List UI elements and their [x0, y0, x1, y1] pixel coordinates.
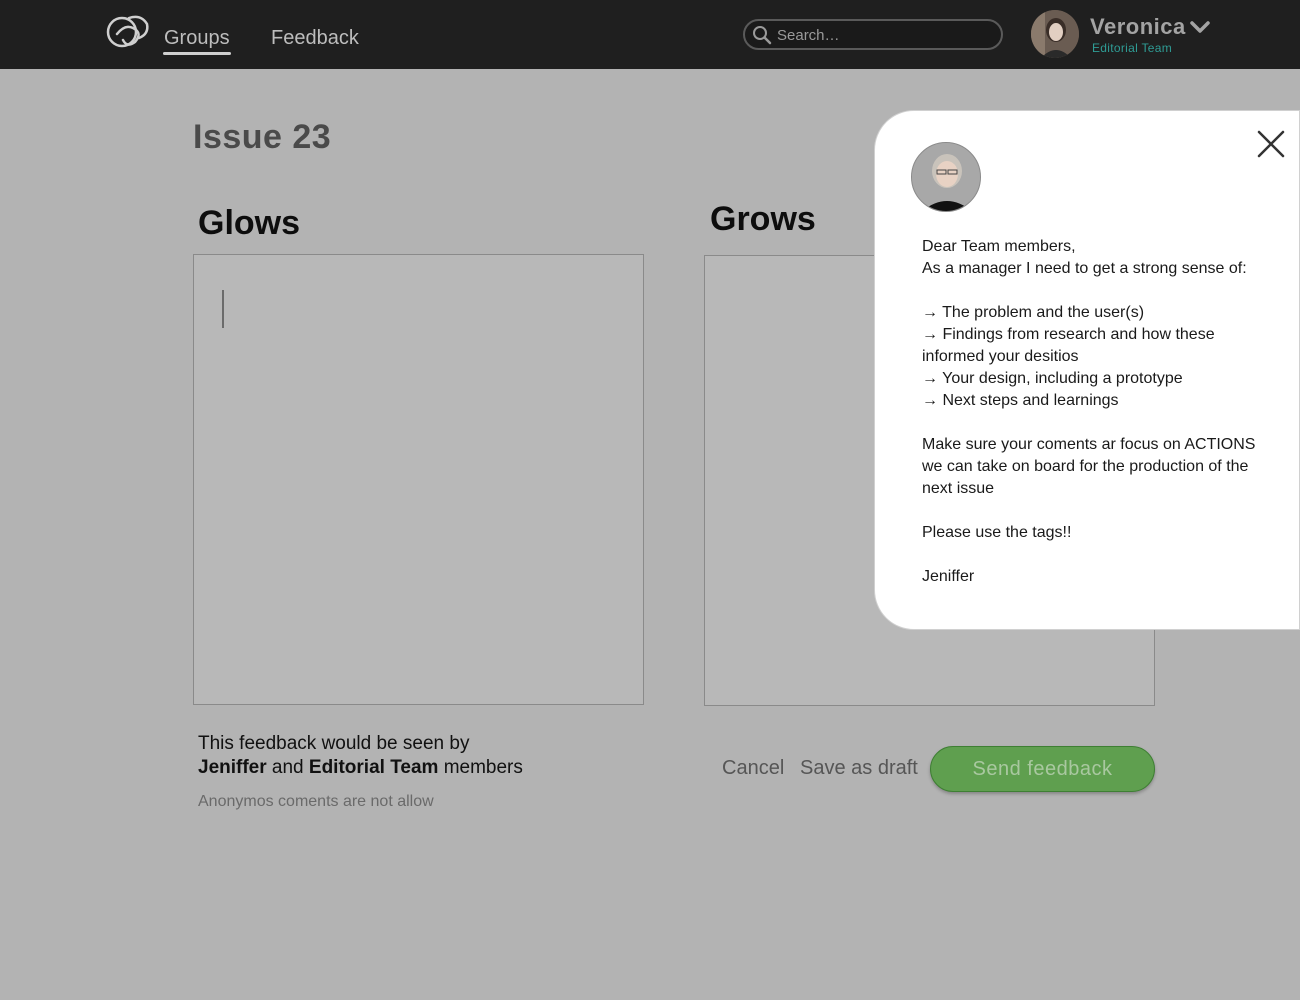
- visibility-and: and: [271, 757, 304, 778]
- message-greeting: Dear Team members,: [922, 238, 1076, 255]
- glows-textarea[interactable]: [193, 254, 644, 705]
- chevron-down-icon[interactable]: [1190, 20, 1210, 34]
- save-draft-button[interactable]: Save as draft: [800, 757, 918, 780]
- visibility-group: Editorial Team: [308, 757, 439, 778]
- active-tab-indicator: [163, 52, 231, 55]
- text-caret: [222, 290, 224, 328]
- user-name[interactable]: Veronica: [1090, 14, 1186, 40]
- visibility-prefix: This feedback would be seen by: [198, 733, 470, 754]
- glows-heading: Glows: [198, 204, 301, 242]
- manager-message-popup: Dear Team members, As a manager I need t…: [874, 110, 1300, 630]
- manager-message: Dear Team members, As a manager I need t…: [922, 236, 1267, 588]
- message-signature: Jeniffer: [922, 568, 975, 585]
- send-feedback-button[interactable]: Send feedback: [930, 746, 1155, 792]
- visibility-audience: Jeniffer and Editorial Team members: [198, 757, 523, 779]
- message-point: → Findings from research and how these i…: [922, 326, 1215, 365]
- search-box[interactable]: [743, 19, 1003, 50]
- message-focus: Make sure your coments ar focus on ACTIO…: [922, 436, 1256, 497]
- search-input[interactable]: [777, 24, 992, 46]
- cancel-button[interactable]: Cancel: [722, 757, 784, 780]
- user-avatar-image: [1031, 10, 1079, 58]
- user-team: Editorial Team: [1092, 41, 1173, 55]
- manager-avatar-image: [912, 143, 980, 211]
- visibility-text: This feedback would be seen by: [198, 733, 469, 755]
- message-point: → Your design, including a prototype: [922, 370, 1183, 387]
- message-spacer: [922, 544, 1267, 566]
- message-point: → Next steps and learnings: [922, 392, 1119, 409]
- close-icon[interactable]: [1256, 129, 1286, 159]
- user-avatar[interactable]: [1031, 10, 1079, 58]
- anonymous-note: Anonymos coments are not allow: [198, 793, 434, 810]
- message-spacer: [922, 280, 1267, 302]
- message-spacer: [922, 500, 1267, 522]
- message-intro: As a manager I need to get a strong sens…: [922, 260, 1247, 277]
- visibility-suffix: members: [443, 757, 523, 778]
- app-logo-icon[interactable]: [103, 12, 151, 54]
- visibility-person: Jeniffer: [198, 757, 267, 778]
- manager-avatar: [911, 142, 981, 212]
- page-title: Issue 23: [193, 118, 332, 156]
- search-icon: [753, 26, 772, 45]
- tab-feedback[interactable]: Feedback: [271, 27, 359, 50]
- grows-heading: Grows: [710, 200, 816, 238]
- top-navigation-bar: Groups Feedback Veronica Editorial Team: [0, 0, 1300, 69]
- tab-groups[interactable]: Groups: [164, 27, 230, 50]
- message-point: → The problem and the user(s): [922, 304, 1145, 321]
- message-tags: Please use the tags!!: [922, 524, 1072, 541]
- message-spacer: [922, 412, 1267, 434]
